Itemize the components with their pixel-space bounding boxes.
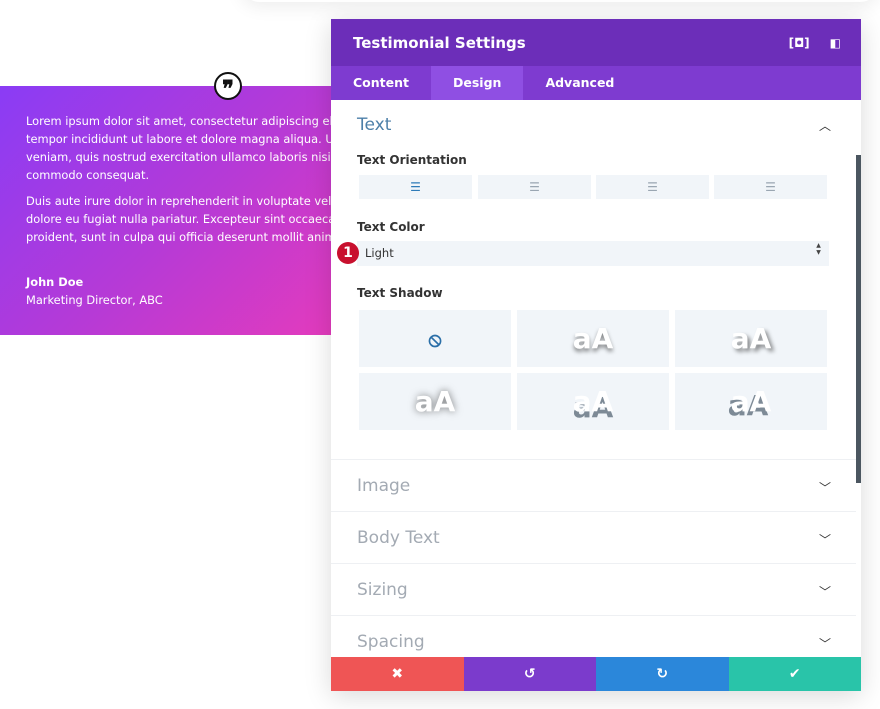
align-center-icon: ☰ (529, 180, 540, 194)
section-image[interactable]: Image (357, 476, 410, 496)
tab-content[interactable]: Content (331, 66, 431, 100)
undo-icon: ↺ (523, 666, 536, 682)
shadow-option-3[interactable]: aA (359, 373, 511, 430)
text-shadow-label: Text Shadow (357, 286, 443, 300)
text-color-value: Light (365, 246, 394, 260)
cancel-button[interactable]: ✖ (331, 657, 464, 691)
chevron-down-icon[interactable]: ﹀ (819, 531, 831, 548)
check-icon: ✔ (788, 666, 801, 682)
redo-icon: ↻ (656, 666, 669, 682)
section-sizing[interactable]: Sizing (357, 580, 408, 600)
shadow-none-option[interactable]: ⦸ (359, 310, 511, 367)
quote-icon: ❞ (214, 72, 242, 102)
panel-title: Testimonial Settings (353, 33, 526, 52)
save-button[interactable]: ✔ (728, 657, 861, 691)
undo-button[interactable]: ↺ (463, 657, 596, 691)
align-right-icon: ☰ (647, 180, 658, 194)
text-color-select[interactable]: Light ▲▼ (357, 241, 829, 266)
shadow-sample: aA (730, 322, 772, 355)
chevron-down-icon[interactable]: ﹀ (819, 479, 831, 496)
tab-design[interactable]: Design (431, 66, 524, 100)
shadow-sample: aA (572, 322, 614, 355)
shadow-option-1[interactable]: aA (517, 310, 669, 367)
divider (331, 459, 856, 460)
shadow-sample: aA (572, 385, 614, 418)
tab-advanced[interactable]: Advanced (523, 66, 636, 100)
chevron-down-icon[interactable]: ﹀ (819, 583, 831, 600)
testimonial-module[interactable]: Lorem ipsum dolor sit amet, consectetur … (0, 86, 331, 335)
step-badge: 1 (337, 242, 359, 264)
top-shadow (240, 0, 880, 2)
divider (331, 615, 856, 616)
chevron-down-icon[interactable]: ﹀ (819, 635, 831, 652)
testimonial-paragraph-2: Duis aute irure dolor in reprehenderit i… (26, 194, 331, 244)
sidebar-toggle-icon[interactable]: ◧ (830, 36, 841, 50)
select-arrows-icon: ▲▼ (815, 242, 822, 256)
panel-tabs: Content Design Advanced (331, 66, 861, 100)
align-center-button[interactable]: ☰ (478, 175, 591, 199)
shadow-sample: aA (414, 385, 456, 418)
close-icon: ✖ (391, 666, 404, 682)
align-justify-icon: ☰ (765, 180, 776, 194)
text-orientation-label: Text Orientation (357, 153, 467, 167)
section-body-text[interactable]: Body Text (357, 528, 440, 548)
section-spacing[interactable]: Spacing (357, 632, 425, 652)
text-color-label: Text Color (357, 220, 425, 234)
align-left-icon: ☰ (410, 180, 421, 194)
divider (331, 511, 856, 512)
scrollbar[interactable] (856, 155, 861, 483)
redo-button[interactable]: ↻ (596, 657, 729, 691)
shadow-option-4[interactable]: aA (517, 373, 669, 430)
testimonial-author: John Doe (26, 275, 84, 289)
section-text-title[interactable]: Text (357, 115, 391, 135)
align-left-button[interactable]: ☰ (359, 175, 472, 199)
divider (331, 563, 856, 564)
align-justify-button[interactable]: ☰ (714, 175, 827, 199)
testimonial-paragraph-1: Lorem ipsum dolor sit amet, consectetur … (26, 114, 331, 182)
testimonial-position: Marketing Director, ABC (26, 293, 163, 307)
shadow-sample: aA (730, 385, 772, 418)
shadow-option-2[interactable]: aA (675, 310, 827, 367)
align-right-button[interactable]: ☰ (596, 175, 709, 199)
panel-header: Testimonial Settings [◘] ◧ (331, 19, 861, 66)
settings-panel: Testimonial Settings [◘] ◧ Content Desig… (331, 19, 861, 691)
shadow-option-5[interactable]: aA (675, 373, 827, 430)
fullscreen-icon[interactable]: [◘] (789, 36, 810, 50)
no-shadow-icon: ⦸ (428, 326, 442, 351)
chevron-up-icon[interactable]: ︿ (819, 117, 831, 134)
panel-footer: ✖ ↺ ↻ ✔ (331, 657, 861, 691)
